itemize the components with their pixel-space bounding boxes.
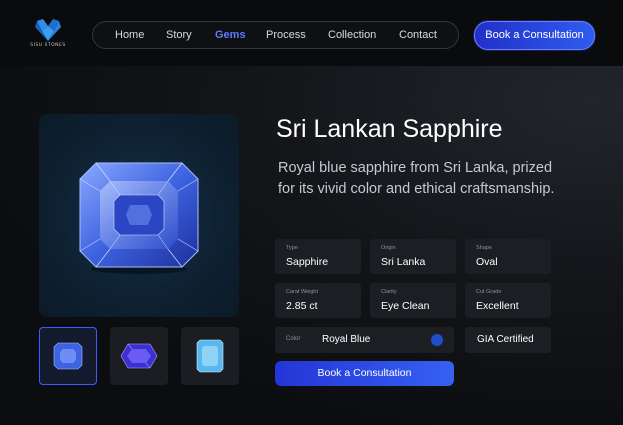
emerald-cut-sapphire-icon (53, 342, 83, 370)
logo-text: SISU STONES (30, 43, 66, 48)
spec-label: Cut Grade (476, 289, 502, 295)
aqua-gem-icon (196, 339, 224, 373)
top-bar: SISU STONES Home Story Gems Process Coll… (0, 0, 623, 66)
spec-label: Type (286, 245, 298, 251)
spec-type: Type Sapphire (275, 239, 361, 274)
spec-label: Clarity (381, 289, 397, 295)
product-description: Royal blue sapphire from Sri Lanka, priz… (278, 160, 555, 197)
spec-cut-grade: Cut Grade Excellent (465, 283, 551, 318)
spec-label: Origin (381, 245, 396, 251)
spec-value: Eye Clean (381, 300, 430, 312)
color-label: Color (286, 336, 301, 342)
spec-label: Carat Weight (286, 289, 318, 295)
spec-value: Sapphire (286, 256, 329, 268)
book-consultation-nav-button[interactable]: Book a Consultation (474, 21, 595, 50)
thumbnail-1[interactable] (39, 327, 97, 385)
spec-origin: Origin Sri Lanka (370, 239, 456, 274)
thumbnail-3[interactable] (181, 327, 239, 385)
spec-value: Excellent (476, 300, 519, 312)
spec-shape: Shape Oval (465, 239, 551, 274)
spec-value: Sri Lanka (381, 256, 426, 268)
thumbnail-2[interactable] (110, 327, 168, 385)
diamond-logo-icon (35, 19, 61, 41)
certification-badge: GIA Certified (465, 327, 551, 353)
spec-carat-weight: Carat Weight 2.85 ct (275, 283, 361, 318)
spec-value: Oval (476, 256, 498, 268)
color-selector[interactable]: Color Royal Blue (275, 327, 454, 353)
spec-label: Shape (476, 245, 492, 251)
product-hero-image (39, 114, 239, 317)
spec-value: 2.85 ct (286, 300, 318, 312)
spec-clarity: Clarity Eye Clean (370, 283, 456, 318)
cushion-cut-sapphire-icon (120, 343, 158, 369)
book-consultation-button[interactable]: Book a Consultation (275, 361, 454, 386)
nav-item-gems[interactable]: Gems (215, 22, 246, 48)
nav-item-story[interactable]: Story (166, 22, 192, 48)
sapphire-gem-icon (79, 162, 199, 274)
color-value: Royal Blue (322, 334, 371, 345)
nav-item-collection[interactable]: Collection (328, 22, 376, 48)
nav-item-contact[interactable]: Contact (399, 22, 437, 48)
product-title: Sri Lankan Sapphire (276, 115, 503, 143)
nav-item-process[interactable]: Process (266, 22, 306, 48)
main-nav: Home Story Gems Process Collection Conta… (92, 21, 459, 49)
color-swatch[interactable] (431, 334, 443, 346)
nav-item-home[interactable]: Home (115, 22, 144, 48)
brand-logo[interactable]: SISU STONES (28, 18, 68, 52)
